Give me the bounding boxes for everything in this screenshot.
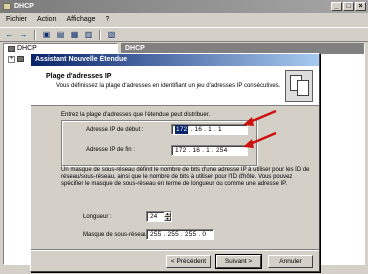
length-value: 24 (150, 213, 158, 220)
minimize-button[interactable]: _ (331, 2, 342, 11)
help-icon[interactable]: ▧ (106, 30, 117, 40)
start-ip-label: Adresse IP de début : (86, 127, 144, 133)
main-window-title: DHCP (14, 3, 34, 10)
refresh-icon[interactable]: ▦ (69, 30, 80, 40)
back-button[interactable]: < Précédent (166, 255, 211, 268)
wizard-separator (31, 249, 319, 251)
next-button[interactable]: Suivant > (215, 254, 262, 269)
annotation-arrow-end (243, 131, 277, 148)
menu-help[interactable]: ? (106, 13, 110, 27)
length-label: Longueur : (83, 214, 112, 220)
dhcp-app-icon (3, 3, 11, 10)
toolbar-separator (34, 30, 36, 40)
server-icon (17, 56, 24, 62)
main-window-titlebar: DHCP _ □ × (0, 0, 368, 13)
subnet-mask-explanation: Un masque de sous-réseau définit le nomb… (61, 167, 310, 187)
forward-arrow-icon[interactable]: → (18, 30, 29, 40)
window-controls: _ □ × (331, 2, 366, 11)
end-ip-value: 172 . 16 . 1 . 254 (175, 147, 228, 154)
menu-view[interactable]: Affichage (66, 13, 95, 27)
export-icon[interactable]: ▥ (83, 30, 94, 40)
wizard-titlebar: Assistant Nouvelle Étendue (31, 54, 319, 66)
page-graphic (297, 80, 309, 96)
wizard-header: Plage d'adresses IP Vous définissez la p… (31, 66, 319, 106)
menu-action[interactable]: Action (37, 13, 56, 27)
cancel-button[interactable]: Annuler (268, 255, 313, 268)
maximize-button[interactable]: □ (343, 2, 354, 11)
toolbar: ← → ▣ ▤ ▦ ▥ ▧ (0, 27, 368, 42)
start-ip-first-octet: 172 (175, 125, 189, 134)
annotation-arrow-start (243, 109, 277, 126)
toolbar-separator (99, 30, 101, 40)
start-ip-remaining: . 16 . 1 . 1 (190, 126, 222, 133)
subnet-mask-value: 255 . 255 . 255 . 0 (150, 231, 207, 238)
spin-down-icon[interactable]: ▼ (164, 216, 171, 221)
close-button[interactable]: × (355, 2, 366, 11)
spinner-buttons: ▲ ▼ (164, 212, 171, 221)
expand-icon[interactable]: + (8, 55, 15, 63)
range-intro-text: Entrez la plage d'adresses que l'étendue… (61, 112, 211, 118)
console-tree-icon[interactable]: ▣ (41, 30, 52, 40)
wizard-pages-icon (285, 70, 313, 102)
end-ip-input[interactable]: 172 . 16 . 1 . 254 (171, 145, 248, 156)
wizard-page-title: Plage d'adresses IP (46, 73, 112, 80)
subnet-mask-label: Masque de sous-réseau : (83, 232, 151, 238)
back-arrow-icon[interactable]: ← (4, 30, 15, 40)
wizard-page-description: Vous définissez la plage d'adresses en i… (56, 83, 281, 89)
menu-file[interactable]: Fichier (6, 13, 27, 27)
start-ip-input[interactable]: 172 . 16 . 1 . 1 (171, 124, 248, 135)
menu-bar: Fichier Action Affichage ? (0, 13, 368, 27)
dhcp-server-icon (8, 46, 15, 52)
end-ip-label: Adresse IP de fin : (86, 147, 135, 153)
subnet-mask-input[interactable]: 255 . 255 . 255 . 0 (146, 229, 214, 240)
properties-icon[interactable]: ▤ (55, 30, 66, 40)
length-spinner[interactable]: 24 ▲ ▼ (146, 211, 172, 222)
new-scope-wizard: Assistant Nouvelle Étendue Plage d'adres… (30, 53, 320, 272)
